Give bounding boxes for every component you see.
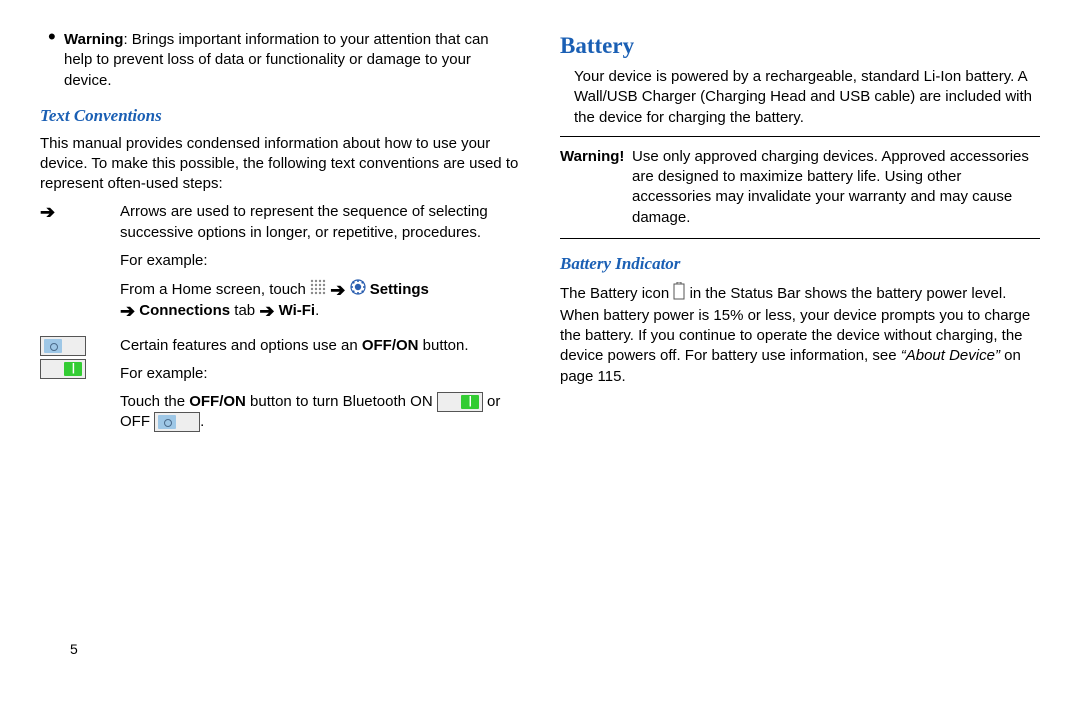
- page-number: 5: [70, 640, 78, 659]
- right-column: Battery Your device is powered by a rech…: [560, 30, 1040, 447]
- toggle-convention-row: Certain features and options use an OFF/…: [40, 336, 520, 441]
- toggle-on-icon: [40, 359, 86, 379]
- toggle-desc: Certain features and options use an OFF/…: [120, 336, 520, 356]
- arrow-example-line: From a Home screen, touch ➔ Settings ➔ C…: [120, 279, 520, 322]
- settings-icon: [350, 279, 366, 301]
- arrow-icon: ➔: [40, 202, 120, 329]
- toggle-off-inline-icon: [154, 412, 200, 432]
- warning-block-label: Warning!: [560, 147, 632, 228]
- about-device-ref: “About Device”: [901, 347, 1000, 364]
- warning-text: : Brings important information to your a…: [64, 31, 489, 89]
- bullet-dot: •: [48, 30, 64, 91]
- battery-icon: [673, 282, 685, 306]
- battery-indicator-heading: Battery Indicator: [560, 253, 1040, 276]
- warning-bullet: • Warning: Brings important information …: [40, 30, 520, 91]
- toggle-on-inline-icon: [437, 392, 483, 412]
- warning-block: Warning! Use only approved charging devi…: [560, 136, 1040, 239]
- warning-label: Warning: [64, 31, 123, 48]
- toggle-for-example: For example:: [120, 364, 520, 384]
- battery-intro: Your device is powered by a rechargeable…: [560, 67, 1040, 128]
- arrow-desc: Arrows are used to represent the sequenc…: [120, 202, 520, 243]
- toggle-example-line: Touch the OFF/ON button to turn Bluetoot…: [120, 392, 520, 433]
- toggle-icons: [40, 336, 120, 441]
- warning-block-text: Use only approved charging devices. Appr…: [632, 147, 1040, 228]
- apps-icon: [310, 279, 326, 301]
- arrow-convention-row: ➔ Arrows are used to represent the seque…: [40, 202, 520, 329]
- text-conventions-heading: Text Conventions: [40, 105, 520, 128]
- intro-paragraph: This manual provides condensed informati…: [40, 134, 520, 195]
- arrow-for-example: For example:: [120, 251, 520, 271]
- arrow-glyph: ➔: [330, 281, 345, 299]
- left-column: • Warning: Brings important information …: [40, 30, 520, 447]
- battery-heading: Battery: [560, 30, 1040, 61]
- toggle-off-icon: [40, 336, 86, 356]
- battery-indicator-text: The Battery icon in the Status Bar shows…: [560, 282, 1040, 387]
